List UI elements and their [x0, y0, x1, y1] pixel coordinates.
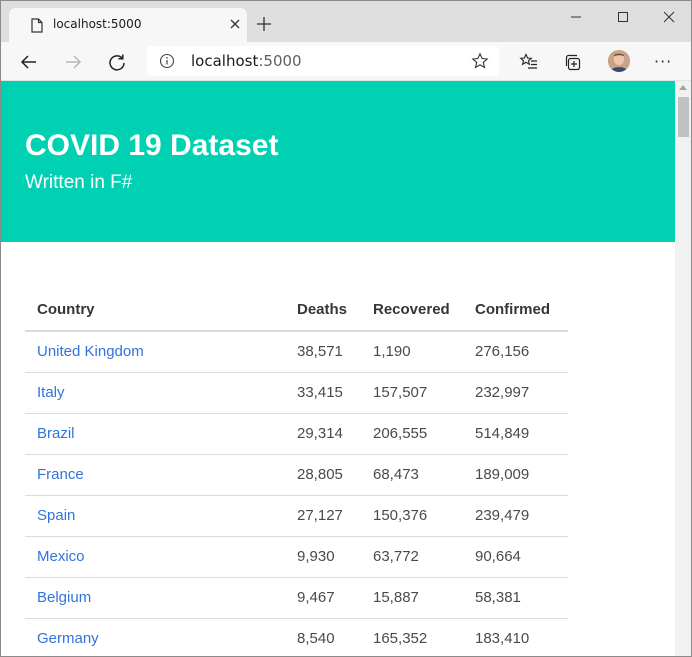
- cell-deaths: 27,127: [285, 495, 361, 537]
- cell-confirmed: 514,849: [463, 413, 568, 455]
- country-link[interactable]: United Kingdom: [37, 343, 144, 360]
- covid-table: Country Deaths Recovered Confirmed Unite…: [25, 289, 568, 656]
- column-header-deaths: Deaths: [285, 289, 361, 332]
- cell-recovered: 63,772: [361, 536, 463, 578]
- table-row: Italy 33,415 157,507 232,997: [25, 372, 568, 414]
- country-link[interactable]: Spain: [37, 507, 75, 524]
- hero-banner: COVID 19 Dataset Written in F#: [1, 81, 675, 242]
- cell-confirmed: 232,997: [463, 372, 568, 414]
- vertical-scrollbar[interactable]: [675, 81, 691, 656]
- cell-country: Italy: [25, 372, 285, 414]
- cell-country: Mexico: [25, 536, 285, 578]
- maximize-icon[interactable]: [610, 7, 636, 27]
- cell-country: France: [25, 454, 285, 496]
- table-header: Country Deaths Recovered Confirmed: [25, 289, 568, 332]
- header-row: Country Deaths Recovered Confirmed: [25, 289, 568, 332]
- cell-country: United Kingdom: [25, 331, 285, 373]
- table-row: United Kingdom 38,571 1,190 276,156: [25, 331, 568, 373]
- page-subtitle: Written in F#: [25, 172, 133, 193]
- column-header-recovered: Recovered: [361, 289, 463, 332]
- cell-country: Spain: [25, 495, 285, 537]
- cell-recovered: 1,190: [361, 331, 463, 373]
- info-icon[interactable]: [159, 53, 175, 69]
- close-icon[interactable]: [656, 7, 682, 27]
- cell-country: Brazil: [25, 413, 285, 455]
- cell-deaths: 29,314: [285, 413, 361, 455]
- refresh-icon[interactable]: [107, 52, 127, 72]
- cell-recovered: 150,376: [361, 495, 463, 537]
- more-menu-button[interactable]: ···: [654, 52, 672, 71]
- cell-recovered: 206,555: [361, 413, 463, 455]
- column-header-country: Country: [25, 289, 285, 332]
- tab-title: localhost:5000: [53, 17, 142, 31]
- address-bar[interactable]: localhost:5000: [147, 46, 499, 76]
- table-body: United Kingdom 38,571 1,190 276,156 Italy 33,…: [25, 331, 568, 656]
- avatar[interactable]: [608, 50, 630, 72]
- cell-recovered: 68,473: [361, 454, 463, 496]
- collections-icon[interactable]: [563, 52, 583, 72]
- page-viewport: COVID 19 Dataset Written in F# Country D…: [1, 81, 675, 656]
- table-row: Mexico 9,930 63,772 90,664: [25, 536, 568, 578]
- tab-localhost[interactable]: localhost:5000: [9, 8, 247, 42]
- table-row: Brazil 29,314 206,555 514,849: [25, 413, 568, 455]
- profile-avatar-icon: [608, 50, 630, 72]
- cell-recovered: 15,887: [361, 577, 463, 619]
- scroll-up-arrow-icon[interactable]: [679, 85, 687, 90]
- cell-recovered: 165,352: [361, 618, 463, 656]
- country-link[interactable]: Mexico: [37, 548, 85, 565]
- plus-icon[interactable]: [255, 15, 273, 33]
- page-title: COVID 19 Dataset: [25, 129, 279, 162]
- browser-toolbar: localhost:5000 ···: [1, 42, 691, 81]
- cell-deaths: 9,467: [285, 577, 361, 619]
- table-row: Spain 27,127 150,376 239,479: [25, 495, 568, 537]
- table-row: Belgium 9,467 15,887 58,381: [25, 577, 568, 619]
- url-text: localhost:5000: [191, 52, 302, 70]
- tab-strip: localhost:5000: [1, 1, 691, 42]
- url-host: localhost: [191, 52, 259, 70]
- table-row: Germany 8,540 165,352 183,410: [25, 618, 568, 656]
- forward-arrow-icon[interactable]: [63, 52, 83, 72]
- cell-confirmed: 276,156: [463, 331, 568, 373]
- cell-country: Germany: [25, 618, 285, 656]
- close-icon[interactable]: [227, 16, 243, 32]
- back-arrow-icon[interactable]: [19, 52, 39, 72]
- favorites-list-icon[interactable]: [519, 52, 539, 72]
- scrollbar-thumb[interactable]: [678, 97, 689, 137]
- cell-deaths: 38,571: [285, 331, 361, 373]
- table-row: France 28,805 68,473 189,009: [25, 454, 568, 496]
- page-icon: [31, 18, 43, 33]
- cell-deaths: 28,805: [285, 454, 361, 496]
- minimize-icon[interactable]: [563, 7, 589, 27]
- cell-deaths: 33,415: [285, 372, 361, 414]
- country-link[interactable]: Germany: [37, 630, 99, 647]
- cell-confirmed: 183,410: [463, 618, 568, 656]
- cell-country: Belgium: [25, 577, 285, 619]
- browser-window: localhost:5000 localhost:5000 ··· COVID …: [0, 0, 692, 657]
- cell-confirmed: 239,479: [463, 495, 568, 537]
- column-header-confirmed: Confirmed: [463, 289, 568, 332]
- cell-recovered: 157,507: [361, 372, 463, 414]
- cell-confirmed: 189,009: [463, 454, 568, 496]
- country-link[interactable]: France: [37, 466, 84, 483]
- cell-deaths: 9,930: [285, 536, 361, 578]
- star-icon[interactable]: [471, 52, 489, 70]
- country-link[interactable]: Belgium: [37, 589, 91, 606]
- cell-deaths: 8,540: [285, 618, 361, 656]
- cell-confirmed: 58,381: [463, 577, 568, 619]
- country-link[interactable]: Brazil: [37, 425, 75, 442]
- country-link[interactable]: Italy: [37, 384, 65, 401]
- cell-confirmed: 90,664: [463, 536, 568, 578]
- url-port: :5000: [258, 52, 302, 70]
